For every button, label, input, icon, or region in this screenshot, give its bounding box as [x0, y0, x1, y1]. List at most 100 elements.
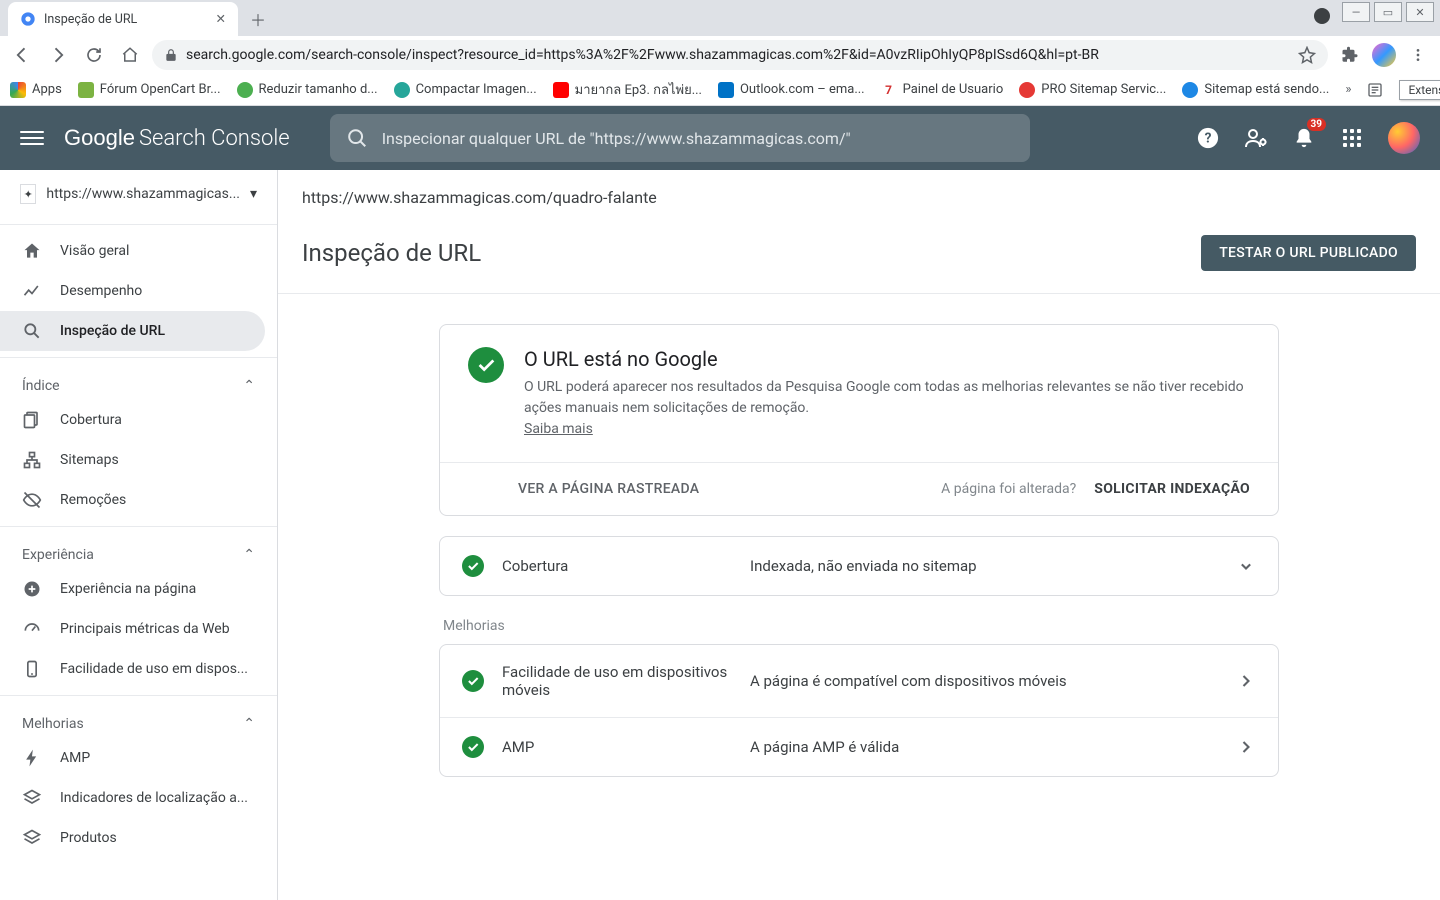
- bookmark-label: Fórum OpenCart Br...: [100, 82, 221, 97]
- notifications-button[interactable]: 39: [1292, 126, 1316, 150]
- new-tab-button[interactable]: ＋: [244, 5, 272, 33]
- amp-label: AMP: [502, 738, 732, 756]
- sidebar-item-url-inspection[interactable]: Inspeção de URL: [0, 311, 265, 351]
- learn-more-link[interactable]: Saiba mais: [524, 421, 593, 437]
- phone-icon: [22, 659, 42, 679]
- sidebar-item-removals[interactable]: Remoções: [0, 480, 277, 520]
- window-close-button[interactable]: ✕: [1406, 2, 1434, 22]
- reload-button[interactable]: [80, 41, 108, 69]
- view-crawled-page-button[interactable]: VER A PÁGINA RASTREADA: [518, 481, 699, 497]
- sidebar-item-sitemaps[interactable]: Sitemaps: [0, 440, 277, 480]
- window-minimize-button[interactable]: —: [1342, 2, 1370, 22]
- sidebar-item-coverage[interactable]: Cobertura: [0, 400, 277, 440]
- sidebar: ✦ https://www.shazammagicas... ▾ Visão g…: [0, 170, 278, 900]
- chart-icon: [22, 281, 42, 301]
- reading-list-icon[interactable]: [1367, 82, 1383, 98]
- bookmark-label: มายากล Ep3. กลไพ่ย...: [575, 79, 702, 100]
- bookmark-label: PRO Sitemap Servic...: [1041, 82, 1166, 97]
- bookmark-item[interactable]: PRO Sitemap Servic...: [1019, 82, 1166, 98]
- sidebar-item-overview[interactable]: Visão geral: [0, 231, 277, 271]
- bookmark-label: Outlook.com – ema...: [740, 82, 865, 97]
- url-inspect-search[interactable]: Inspecionar qualquer URL de "https://www…: [330, 114, 1030, 162]
- hamburger-menu-button[interactable]: [20, 126, 44, 150]
- sidebar-item-label: AMP: [60, 750, 90, 766]
- profile-indicator-icon[interactable]: [1314, 8, 1330, 24]
- request-indexing-button[interactable]: SOLICITAR INDEXAÇÃO: [1094, 481, 1250, 497]
- sidebar-item-label: Facilidade de uso em dispos...: [60, 661, 248, 677]
- bookmark-label: Reduzir tamanho d...: [259, 82, 378, 97]
- mobile-usability-value: A página é compatível com dispositivos m…: [750, 672, 1218, 690]
- extensions-icon[interactable]: [1336, 41, 1364, 69]
- property-selector[interactable]: ✦ https://www.shazammagicas... ▾: [0, 170, 277, 218]
- sidebar-item-label: Indicadores de localização a...: [60, 790, 248, 806]
- chevron-right-icon: [1236, 671, 1256, 691]
- page-title: Inspeção de URL: [302, 239, 481, 267]
- lock-icon: [164, 48, 178, 62]
- tab-favicon: [20, 11, 36, 27]
- bookmark-item[interactable]: มายากล Ep3. กลไพ่ย...: [553, 79, 702, 100]
- sidebar-item-label: Produtos: [60, 830, 117, 846]
- browser-tab[interactable]: Inspeção de URL ✕: [8, 2, 238, 36]
- url-bar[interactable]: search.google.com/search-console/inspect…: [152, 40, 1328, 70]
- bookmark-apps[interactable]: Apps: [10, 82, 62, 98]
- extensions-tooltip: Extensões: [1399, 80, 1440, 100]
- sidebar-item-core-web-vitals[interactable]: Principais métricas da Web: [0, 609, 277, 649]
- test-live-url-button[interactable]: TESTAR O URL PUBLICADO: [1201, 235, 1416, 271]
- bookmark-label: Apps: [32, 82, 62, 97]
- enhancements-section-label: Melhorias: [443, 618, 1279, 634]
- check-icon: [468, 347, 504, 383]
- sidebar-item-label: Desempenho: [60, 283, 142, 299]
- speed-icon: [22, 619, 42, 639]
- check-icon: [462, 670, 484, 692]
- notification-badge: 39: [1307, 118, 1326, 131]
- check-icon: [462, 555, 484, 577]
- window-maximize-button[interactable]: ▭: [1374, 2, 1402, 22]
- search-icon: [22, 321, 42, 341]
- amp-row[interactable]: AMP A página AMP é válida: [440, 717, 1278, 776]
- sidebar-item-performance[interactable]: Desempenho: [0, 271, 277, 311]
- layers-icon: [22, 828, 42, 848]
- sidebar-item-breadcrumbs[interactable]: Indicadores de localização a...: [0, 778, 277, 818]
- profile-avatar[interactable]: [1372, 43, 1396, 67]
- sidebar-section-experience[interactable]: Experiência⌃: [0, 533, 277, 569]
- sidebar-item-products[interactable]: Produtos: [0, 818, 277, 858]
- bookmark-item[interactable]: Outlook.com – ema...: [718, 82, 865, 98]
- close-icon[interactable]: ✕: [216, 11, 226, 27]
- coverage-row[interactable]: Cobertura Indexada, não enviada no sitem…: [440, 537, 1278, 595]
- bookmark-item[interactable]: Compactar Imagen...: [394, 82, 537, 98]
- bookmarks-overflow[interactable]: »: [1345, 82, 1351, 97]
- sidebar-section-index[interactable]: Índice⌃: [0, 364, 277, 400]
- user-settings-button[interactable]: [1244, 126, 1268, 150]
- bookmark-item[interactable]: Fórum OpenCart Br...: [78, 82, 221, 98]
- sidebar-item-mobile-usability[interactable]: Facilidade de uso em dispos...: [0, 649, 277, 689]
- chevron-down-icon: [1236, 556, 1256, 576]
- page-changed-label: A página foi alterada?: [941, 481, 1076, 497]
- bookmark-item[interactable]: 7Painel de Usuario: [881, 82, 1004, 98]
- status-title: O URL está no Google: [524, 347, 1250, 371]
- bookmark-item[interactable]: Reduzir tamanho d...: [237, 82, 378, 98]
- google-apps-button[interactable]: [1340, 126, 1364, 150]
- sidebar-section-enhancements[interactable]: Melhorias⌃: [0, 702, 277, 738]
- sidebar-item-amp[interactable]: AMP: [0, 738, 277, 778]
- chevron-up-icon: ⌃: [243, 378, 255, 394]
- tab-title: Inspeção de URL: [44, 12, 137, 27]
- home-icon: [22, 241, 42, 261]
- bookmark-item[interactable]: Sitemap está sendo...: [1182, 82, 1329, 98]
- star-icon[interactable]: [1298, 46, 1316, 64]
- forward-button[interactable]: [44, 41, 72, 69]
- mobile-usability-row[interactable]: Facilidade de uso em dispositivos móveis…: [440, 645, 1278, 717]
- back-button[interactable]: [8, 41, 36, 69]
- bookmark-label: Compactar Imagen...: [416, 82, 537, 97]
- sidebar-item-label: Visão geral: [60, 243, 129, 259]
- account-avatar[interactable]: [1388, 122, 1420, 154]
- app-logo[interactable]: Google Search Console: [64, 125, 290, 151]
- tab-strip: Inspeção de URL ✕ ＋ — ▭ ✕: [0, 0, 1440, 36]
- browser-menu-button[interactable]: [1404, 41, 1432, 69]
- home-button[interactable]: [116, 41, 144, 69]
- pages-icon: [22, 410, 42, 430]
- amp-value: A página AMP é válida: [750, 738, 1218, 756]
- sidebar-item-page-experience[interactable]: Experiência na página: [0, 569, 277, 609]
- help-button[interactable]: ?: [1196, 126, 1220, 150]
- logo-search-console: Search Console: [139, 126, 290, 151]
- chevron-up-icon: ⌃: [243, 547, 255, 563]
